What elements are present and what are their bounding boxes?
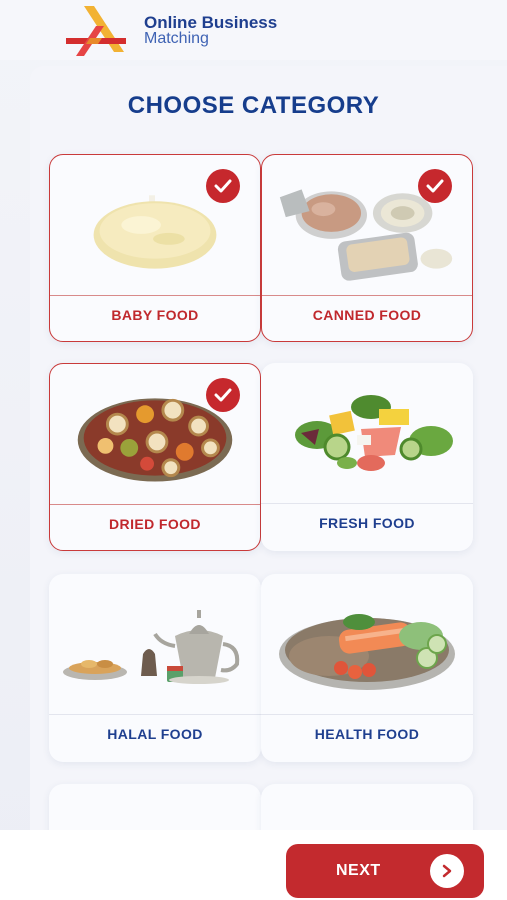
brand-logo — [66, 6, 126, 56]
category-label: HEALTH FOOD — [314, 726, 420, 742]
card-divider — [49, 714, 261, 715]
brand-line-1: Online Business — [144, 13, 278, 32]
selected-check-icon — [206, 378, 240, 412]
category-card-dried-food[interactable]: DRIED FOOD — [49, 363, 261, 551]
category-card-fresh-food[interactable]: FRESH FOOD — [261, 363, 473, 551]
page-title: CHOOSE CATEGORY — [127, 92, 380, 119]
halal-food-image — [63, 610, 240, 684]
card-divider — [262, 295, 472, 296]
next-button[interactable]: NEXT — [286, 844, 484, 898]
app-header: Online Business Matching — [0, 0, 507, 60]
selected-check-icon — [206, 169, 240, 203]
category-label: BABY FOOD — [111, 307, 199, 323]
health-food-image — [279, 614, 455, 690]
fresh-food-image — [295, 395, 453, 471]
next-button-label: NEXT — [336, 862, 381, 879]
chevron-right-icon — [430, 854, 464, 888]
selected-check-icon — [418, 169, 452, 203]
category-label: DRIED FOOD — [109, 516, 201, 532]
category-card-baby-food[interactable]: BABY FOOD — [49, 154, 261, 342]
category-label: FRESH FOOD — [319, 515, 415, 531]
card-divider — [261, 503, 473, 504]
card-divider — [50, 295, 260, 296]
category-card-canned-food[interactable]: CANNED FOOD — [261, 154, 473, 342]
brand-line-2: Matching — [144, 30, 209, 47]
card-divider — [50, 504, 260, 505]
category-label: CANNED FOOD — [312, 307, 422, 323]
brand-name: Online Business Matching — [144, 13, 278, 47]
category-label: HALAL FOOD — [107, 726, 203, 742]
category-card-health-food[interactable]: HEALTH FOOD — [261, 574, 473, 762]
category-card-halal-food[interactable]: HALAL FOOD — [49, 574, 261, 762]
card-divider — [261, 714, 473, 715]
